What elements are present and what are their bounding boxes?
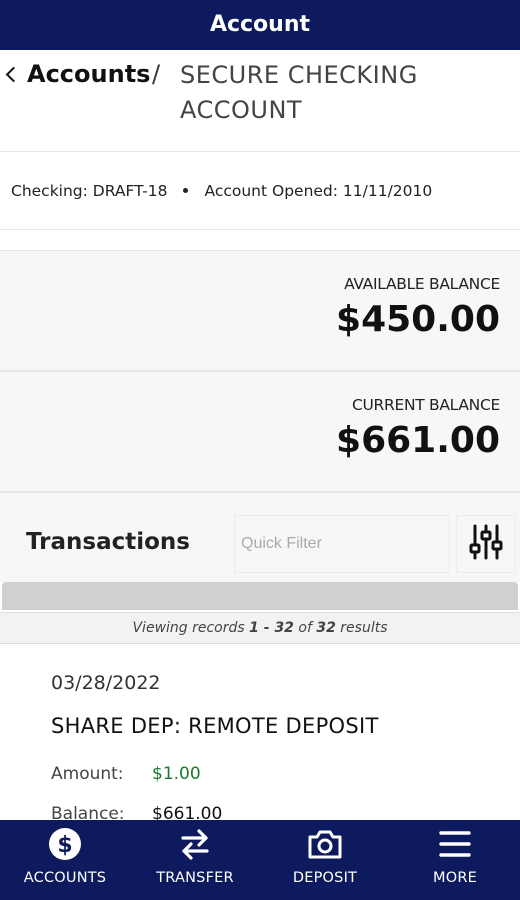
transaction-date: 03/28/2022	[51, 672, 161, 694]
records-range: 1 - 32	[249, 620, 294, 636]
app-header: Account	[0, 0, 520, 50]
filter-settings-button[interactable]	[456, 515, 516, 573]
records-suffix: results	[340, 620, 388, 636]
chevron-left-icon	[5, 66, 22, 82]
breadcrumb: Accounts / SECURE CHECKING ACCOUNT	[0, 50, 520, 152]
transaction-list-item[interactable]: 03/28/2022 SHARE DEP: REMOTE DEPOSIT Amo…	[0, 644, 520, 820]
breadcrumb-current-account: SECURE CHECKING ACCOUNT	[180, 61, 418, 124]
quick-filter-input[interactable]	[234, 515, 450, 573]
available-balance-value: $450.00	[336, 299, 500, 340]
records-count: Viewing records 1 - 32 of 32 results	[0, 612, 520, 644]
camera-icon	[307, 828, 343, 865]
records-total: 32	[316, 620, 336, 636]
transfer-arrows-icon	[178, 827, 212, 866]
nav-more-label: MORE	[433, 870, 477, 886]
records-of: of	[298, 620, 312, 636]
breadcrumb-accounts-label: Accounts	[27, 60, 151, 88]
svg-text:$: $	[57, 833, 72, 858]
list-top-bar	[2, 582, 518, 610]
transaction-description: SHARE DEP: REMOTE DEPOSIT	[51, 714, 379, 738]
account-info-bar: Checking: DRAFT-18 Account Opened: 11/11…	[0, 152, 520, 230]
checking-id: Checking: DRAFT-18	[11, 181, 168, 200]
nav-transfer[interactable]: TRANSFER	[130, 820, 260, 886]
nav-deposit-label: DEPOSIT	[292, 870, 358, 886]
available-balance-label: AVAILABLE BALANCE	[344, 275, 500, 293]
balance-value: $661.00	[152, 804, 223, 820]
nav-deposit[interactable]: DEPOSIT	[260, 820, 390, 886]
transactions-title: Transactions	[26, 529, 190, 555]
transaction-amount-row: Amount: $1.00	[51, 764, 201, 784]
page-title: Account	[209, 12, 311, 37]
balance-label: Balance:	[51, 804, 125, 820]
amount-value: $1.00	[152, 764, 201, 784]
nav-more[interactable]: MORE	[390, 820, 520, 886]
sliders-icon	[469, 523, 503, 566]
amount-label: Amount:	[51, 764, 124, 784]
transactions-header: Transactions	[0, 492, 520, 582]
current-balance-label: CURRENT BALANCE	[351, 396, 500, 414]
bullet-separator	[183, 188, 189, 193]
nav-accounts-label: ACCOUNTS	[23, 870, 107, 886]
nav-accounts[interactable]: $ ACCOUNTS	[0, 820, 130, 886]
current-balance-card: CURRENT BALANCE $661.00	[0, 371, 520, 492]
nav-transfer-label: TRANSFER	[156, 870, 234, 886]
hamburger-menu-icon	[439, 829, 471, 864]
transaction-balance-row: Balance: $661.00	[51, 804, 222, 820]
breadcrumb-separator: /	[152, 60, 161, 88]
dollar-circle-icon: $	[48, 827, 82, 866]
bottom-navigation: $ ACCOUNTS TRANSFER DEPOSIT MORE	[0, 820, 520, 900]
current-balance-value: $661.00	[336, 420, 500, 461]
back-to-accounts-link[interactable]: Accounts	[5, 60, 151, 88]
available-balance-card: AVAILABLE BALANCE $450.00	[0, 250, 520, 371]
account-opened-date: Account Opened: 11/11/2010	[204, 181, 433, 200]
records-prefix: Viewing records	[132, 620, 245, 636]
